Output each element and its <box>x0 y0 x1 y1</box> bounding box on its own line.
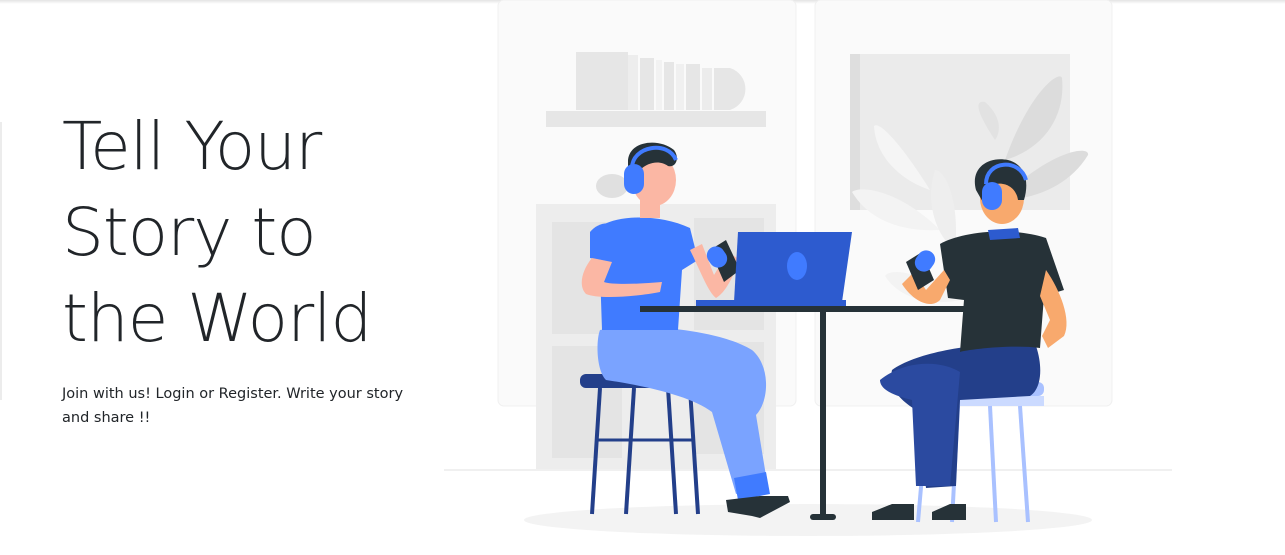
hero-title-line-3: the World <box>62 280 372 357</box>
floor-shadow <box>524 504 1092 536</box>
hero-title-line-2: Story to <box>62 194 317 271</box>
hero-subtitle: Join with us! Login or Register. Write y… <box>62 386 404 426</box>
podcast-illustration-icon <box>444 0 1172 536</box>
hero-title: Tell Your Story to the World <box>62 104 442 362</box>
left-edge-divider <box>0 122 2 400</box>
hero-section: Tell Your Story to the World Join with u… <box>62 104 442 430</box>
hero-title-line-1: Tell Your <box>62 108 322 185</box>
